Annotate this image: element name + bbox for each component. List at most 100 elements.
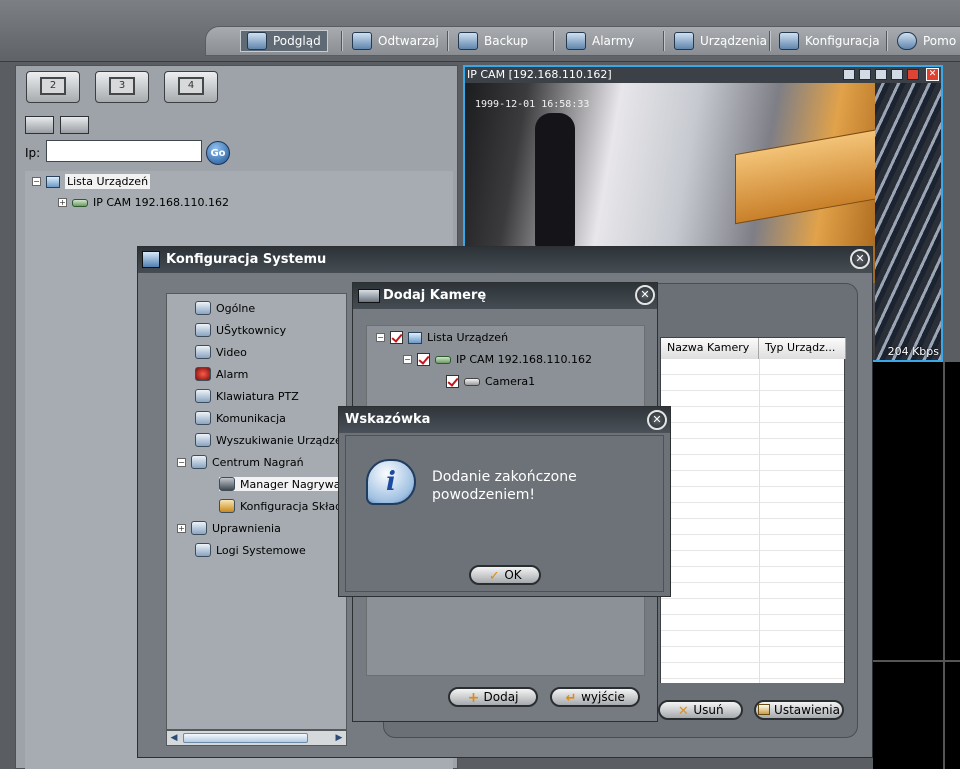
talk-icon[interactable]	[891, 69, 903, 80]
close-icon[interactable]: ✕	[926, 68, 939, 81]
camera-tab-icon[interactable]	[25, 116, 54, 134]
config-tree-item[interactable]: Klawiatura PTZ	[195, 389, 299, 403]
add-button-label: Dodaj	[483, 690, 519, 704]
split-3-button[interactable]: 3	[95, 71, 149, 103]
config-tree-item[interactable]: + Uprawnienia	[177, 521, 281, 535]
toolbar-separator	[341, 31, 343, 51]
tab-konfiguracja[interactable]: Konfiguracja	[779, 30, 880, 52]
delete-button[interactable]: ✕ Usuń	[658, 700, 743, 720]
toolbar-separator	[553, 31, 555, 51]
permissions-icon	[191, 521, 207, 535]
ip-label: Ip:	[25, 146, 41, 160]
delete-icon: ✕	[677, 704, 689, 719]
tab-odtwarzaj[interactable]: Odtwarzaj	[352, 30, 439, 52]
tab-pomoc-label: Pomo	[923, 34, 957, 48]
config-tree-label: Komunikacja	[216, 411, 286, 425]
ok-button[interactable]: ✓ OK	[469, 565, 541, 585]
add-tree-camera[interactable]: Camera1	[446, 375, 535, 388]
exit-button-label: wyjście	[581, 690, 625, 704]
config-tree-item[interactable]: Wyszukiwanie Urządzeń	[195, 433, 347, 447]
close-icon[interactable]: ✕	[647, 410, 667, 430]
record-icon[interactable]	[859, 69, 871, 80]
config-tree-item[interactable]: Ogólne	[195, 301, 255, 315]
config-tree-item[interactable]: UŜytkownicy	[195, 323, 286, 337]
config-tree-label: Wyszukiwanie Urządzeń	[216, 433, 347, 447]
column-divider	[759, 359, 760, 683]
add-tree-root-label: Lista Urządzeń	[427, 331, 509, 344]
system-config-title: Konfiguracja Systemu	[138, 247, 872, 273]
close-icon[interactable]: ✕	[635, 285, 655, 305]
scrollbar-thumb[interactable]	[183, 733, 308, 743]
tab-podglad[interactable]: Podgląd	[240, 30, 328, 52]
snapshot-icon[interactable]	[843, 69, 855, 80]
checkbox-checked[interactable]	[417, 353, 430, 366]
scroll-right-icon[interactable]: ▶	[333, 732, 345, 744]
go-button[interactable]: Go	[206, 141, 230, 165]
config-tree-item[interactable]: Video	[195, 345, 247, 359]
tab-odtwarzaj-label: Odtwarzaj	[378, 34, 439, 48]
exit-button[interactable]: ↵ wyjście	[550, 687, 640, 707]
top-toolbar: Podgląd Odtwarzaj Backup Alarmy Urządzen…	[0, 0, 960, 62]
network-icon	[195, 411, 211, 425]
tab-alarmy[interactable]: Alarmy	[566, 30, 634, 52]
config-tree-item[interactable]: Logi Systemowe	[195, 543, 306, 557]
alarm-icon	[566, 32, 586, 50]
video-icon	[195, 345, 211, 359]
ip-input[interactable]	[46, 140, 202, 162]
config-tree-label: Ogólne	[216, 301, 256, 315]
add-tree-root[interactable]: − Lista Urządzeń	[376, 331, 508, 344]
toolbar-separator	[769, 31, 771, 51]
collapse-icon[interactable]: −	[403, 355, 412, 364]
scroll-left-icon[interactable]: ◀	[168, 732, 180, 744]
settings-button[interactable]: Ustawienia	[754, 700, 844, 720]
tab-urzadzenia[interactable]: Urządzenia	[674, 30, 767, 52]
split-4-button[interactable]: 4	[164, 71, 218, 103]
camera-table: Nazwa Kamery Typ Urządz...	[660, 337, 846, 683]
config-tree-scrollbar[interactable]: ◀ ▶	[166, 730, 347, 746]
checkbox-checked[interactable]	[390, 331, 403, 344]
tree-device[interactable]: + IP CAM 192.168.110.162	[58, 196, 229, 209]
add-tree-camera-label: Camera1	[485, 375, 536, 388]
config-tree-item[interactable]: − Centrum Nagrań	[177, 455, 304, 469]
config-tree-label: Manager Nagrywan	[240, 477, 347, 491]
add-tree-device[interactable]: − IP CAM 192.168.110.162	[403, 353, 592, 366]
expand-icon[interactable]: +	[58, 198, 67, 207]
config-tree-item[interactable]: Komunikacja	[195, 411, 286, 425]
tab-konfiguracja-label: Konfiguracja	[805, 34, 880, 48]
column-header-camera-name[interactable]: Nazwa Kamery	[661, 338, 759, 359]
delete-button-label: Usuń	[693, 703, 724, 717]
config-tree-item[interactable]: Alarm	[195, 367, 248, 381]
expand-icon[interactable]: +	[177, 523, 186, 533]
tree-root[interactable]: − Lista Urządzeń	[32, 174, 151, 189]
config-tree-label: Centrum Nagrań	[212, 455, 304, 469]
config-tree-item-selected[interactable]: Manager Nagrywan	[219, 477, 347, 491]
screen-tab-icon[interactable]	[60, 116, 89, 134]
config-tree: Ogólne UŜytkownicy Video Alarm Klawiatur…	[166, 293, 347, 730]
info-icon: i	[366, 459, 416, 505]
video-timestamp: 1999-12-01 16:58:33	[475, 99, 590, 110]
collapse-icon[interactable]: −	[32, 177, 41, 186]
camera-icon[interactable]	[875, 69, 887, 80]
logs-icon	[195, 543, 211, 557]
hint-message-line2: powodzeniem!	[432, 487, 535, 503]
plus-icon: +	[467, 690, 480, 706]
collapse-icon[interactable]: −	[376, 333, 385, 342]
close-icon[interactable]: ✕	[850, 249, 870, 269]
hint-title: Wskazówka	[339, 407, 670, 433]
ok-button-label: OK	[504, 568, 522, 582]
config-tree-item[interactable]: Konfiguracja Składo	[219, 499, 346, 513]
config-tree-label: Uprawnienia	[212, 521, 281, 535]
split-2-label: 2	[40, 77, 66, 95]
audio-icon[interactable]	[907, 69, 919, 80]
tab-backup[interactable]: Backup	[458, 30, 528, 52]
column-header-device-type[interactable]: Typ Urządz...	[759, 338, 846, 359]
alarm-icon	[195, 367, 211, 381]
split-2-button[interactable]: 2	[26, 71, 80, 103]
add-camera-icon	[358, 289, 380, 303]
checkbox-checked[interactable]	[446, 375, 459, 388]
tab-pomoc[interactable]: Pomo	[897, 30, 956, 52]
add-button[interactable]: + Dodaj	[448, 687, 538, 707]
collapse-icon[interactable]: −	[177, 457, 186, 467]
device-list-icon	[46, 175, 60, 188]
split-4-label: 4	[178, 77, 204, 95]
